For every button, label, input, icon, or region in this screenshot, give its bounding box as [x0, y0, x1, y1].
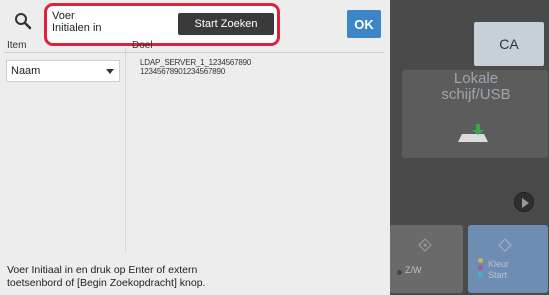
hint-line2: toetsenbord of [Begin Zoekopdracht] knop…	[7, 277, 206, 289]
yellow-dot-icon	[478, 258, 483, 263]
target-line2: 12345678901234567890	[140, 67, 225, 76]
item-select-value: Naam	[11, 65, 41, 77]
initials-prompt: Voer Initialen in	[52, 10, 172, 34]
local-drive-label: Lokale schijf/USB	[410, 71, 542, 103]
hint-line1: Voer Initiaal in en druk op Enter of ext…	[7, 264, 198, 276]
item-column-header: Item	[7, 40, 27, 51]
target-line1: LDAP_SERVER_1_1234567890	[140, 58, 252, 67]
item-select[interactable]: Naam	[6, 60, 120, 82]
cyan-dot-icon	[478, 272, 483, 277]
start-search-button[interactable]: Start Zoeken	[178, 13, 274, 35]
bw-dot-icon	[397, 270, 402, 275]
color-start-label-2: Start	[488, 270, 508, 280]
scroll-right-icon	[514, 192, 534, 212]
ok-button[interactable]: OK	[347, 10, 381, 38]
ca-button: CA	[474, 22, 544, 66]
screen: CA Lokale schijf/USB Z/W Kleur Start Voe…	[0, 0, 549, 295]
header-divider	[4, 52, 384, 53]
usb-drive-icon	[458, 124, 488, 142]
column-divider	[125, 48, 126, 253]
hint-text: Voer Initiaal in en druk op Enter of ext…	[7, 264, 337, 290]
initials-prompt-line1: Voer	[52, 10, 75, 22]
local-drive-label-line2: schijf/USB	[441, 86, 511, 103]
local-drive-label-line1: Lokale	[453, 70, 499, 87]
bw-diamond-icon	[418, 238, 432, 252]
target-column-header: Doel	[132, 40, 153, 51]
search-dialog: Voer Initialen in Start Zoeken OK Item D…	[0, 0, 390, 295]
bw-start-label: Z/W	[405, 265, 422, 275]
color-diamond-icon	[498, 238, 512, 252]
initials-prompt-line2: Initialen in	[52, 22, 102, 34]
magenta-dot-icon	[478, 265, 483, 270]
bw-start-button	[389, 225, 463, 293]
search-icon	[15, 13, 32, 30]
chevron-down-icon	[106, 69, 114, 74]
color-start-label-1: Kleur	[488, 259, 510, 269]
target-value: LDAP_SERVER_1_1234567890 123456789012345…	[140, 58, 251, 76]
